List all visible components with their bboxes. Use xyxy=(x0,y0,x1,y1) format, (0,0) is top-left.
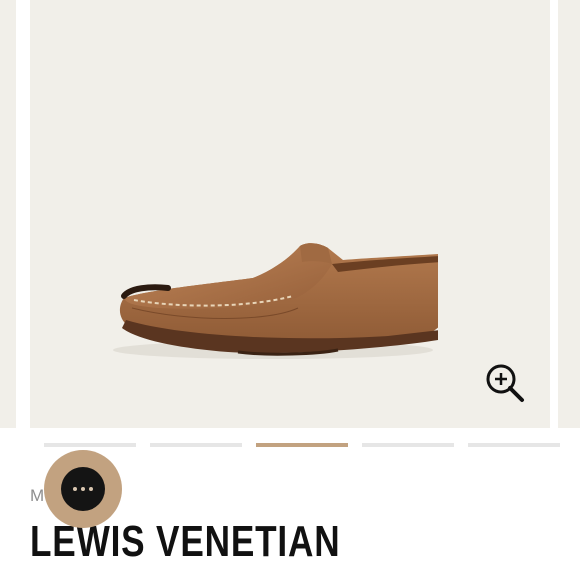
slide-indicator-5[interactable] xyxy=(468,443,560,447)
zoom-in-icon xyxy=(486,364,524,402)
slide-indicator-2[interactable] xyxy=(150,443,242,447)
chat-bubble-icon xyxy=(61,467,105,511)
chat-button[interactable] xyxy=(44,450,122,528)
zoom-button[interactable] xyxy=(484,362,526,404)
next-slide-peek[interactable] xyxy=(558,0,580,428)
product-image xyxy=(113,243,438,359)
slide-indicator-1[interactable] xyxy=(44,443,136,447)
slide-indicators xyxy=(0,440,580,450)
product-image-gallery[interactable] xyxy=(0,0,580,428)
product-brand: M xyxy=(30,486,46,505)
slide-indicator-3-active[interactable] xyxy=(256,443,348,447)
previous-slide-peek[interactable] xyxy=(0,0,22,428)
slide-indicator-4[interactable] xyxy=(362,443,454,447)
